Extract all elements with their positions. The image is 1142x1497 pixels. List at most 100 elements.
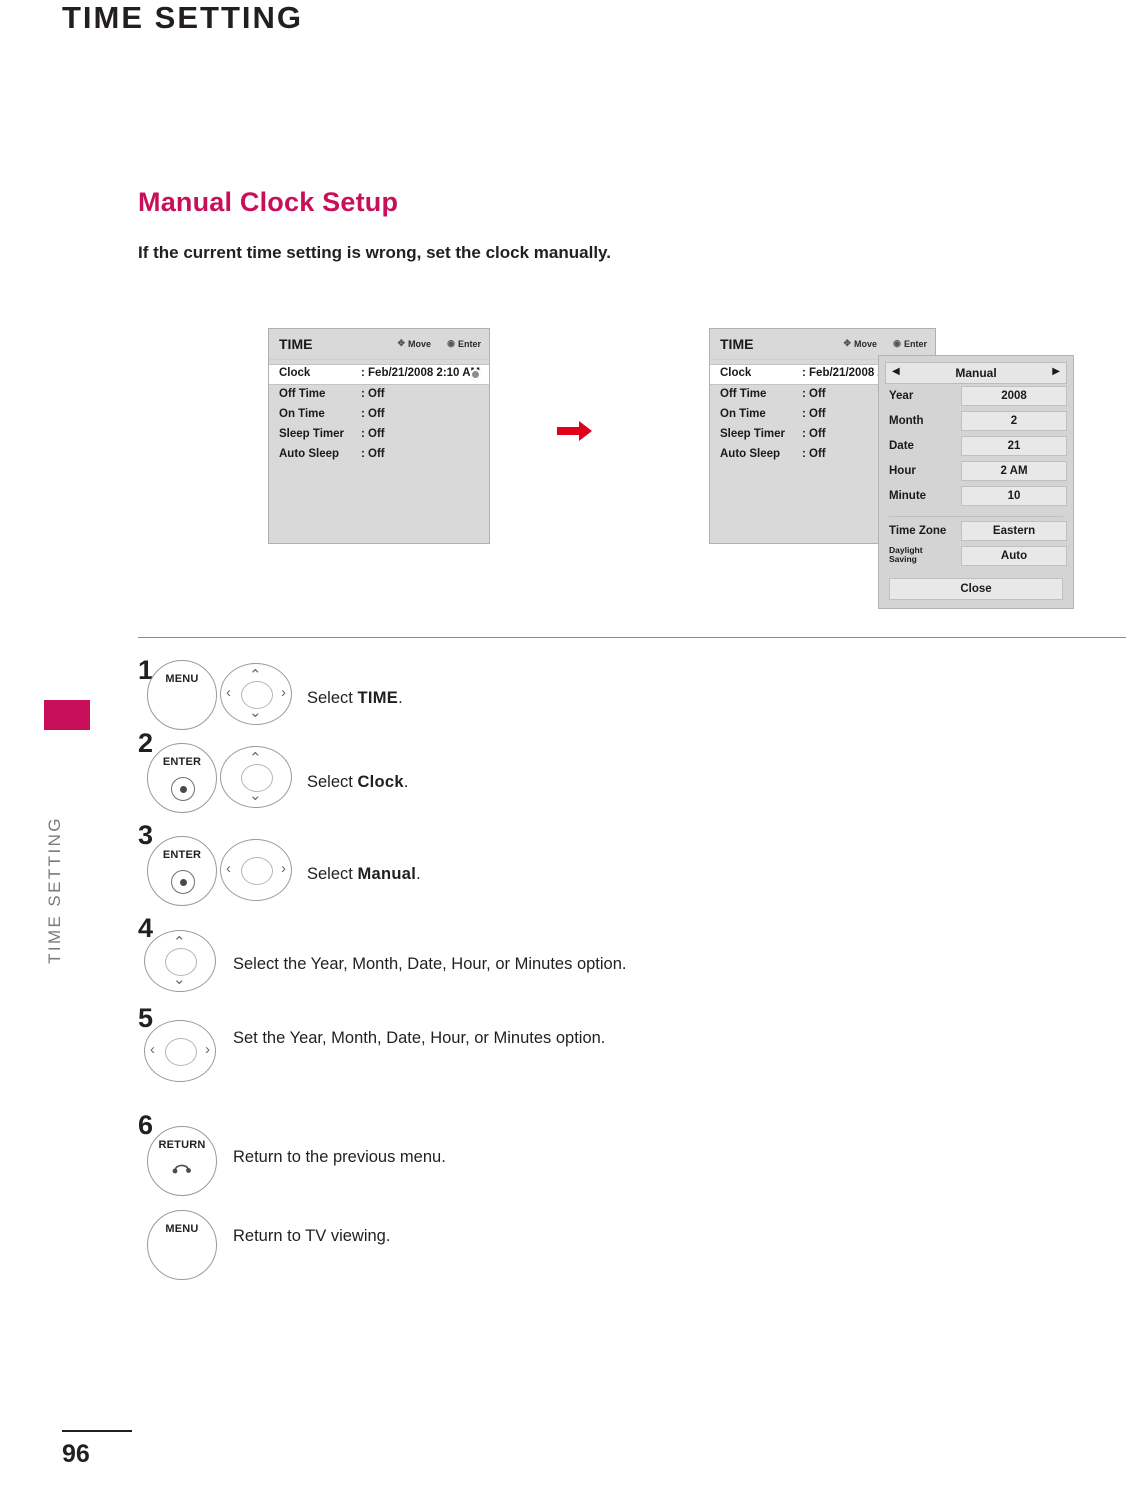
button-center-icon <box>171 777 195 801</box>
enter-button-step3[interactable]: ENTER <box>147 836 217 906</box>
close-button[interactable]: Close <box>889 578 1063 600</box>
enter-button-label: ENTER <box>162 849 202 861</box>
field-daylight-saving[interactable]: Daylight Saving Auto <box>885 546 1067 569</box>
dpad-center[interactable] <box>165 948 197 976</box>
field-year[interactable]: Year 2008 <box>885 386 1067 409</box>
osd-row-value: : Feb/21/2008 2:10 AM <box>361 367 481 379</box>
enter-button-step2[interactable]: ENTER <box>147 743 217 813</box>
osd-hint-move: ✥ Move <box>843 338 877 349</box>
dpad-center[interactable] <box>165 1038 197 1066</box>
section-subtitle: If the current time setting is wrong, se… <box>138 243 611 262</box>
step-text-suffix: . <box>398 689 403 707</box>
osd-row-value: : Off <box>802 408 826 420</box>
field-time-zone[interactable]: Time Zone Eastern <box>885 521 1067 544</box>
osd-hint-enter-label: Enter <box>457 339 481 349</box>
osd-row-auto-sleep[interactable]: Auto Sleep : Off <box>269 445 489 465</box>
dpad-icon: ✥ <box>397 338 405 348</box>
step-text-target: TIME <box>357 689 399 707</box>
field-value[interactable]: 2 AM <box>961 461 1067 481</box>
osd-row-value: : Off <box>802 388 826 400</box>
osd-row-label: Clock <box>720 367 752 379</box>
navigation-updown-step4[interactable]: ⌃ ⌄ <box>144 930 216 992</box>
osd-row-list: Clock : Feb/21/2008 2:10 AM Off Time : O… <box>269 360 489 465</box>
manual-mode-selector[interactable]: ◀ Manual ▶ <box>885 362 1067 384</box>
osd-screen-time-menu: TIME ✥ Move ◉ Enter Clock : Feb/21/2008 2:… <box>268 328 490 544</box>
osd-hint-enter: ◉ Enter <box>447 338 481 349</box>
dpad-center[interactable] <box>241 681 273 709</box>
step-text-5: Set the Year, Month, Date, Hour, or Minu… <box>233 1029 606 1047</box>
osd-hint-enter: ◉ Enter <box>893 338 927 349</box>
osd-hint-enter-label: Enter <box>903 339 927 349</box>
side-tab-marker <box>44 700 90 730</box>
return-arrow-icon <box>171 1160 193 1182</box>
osd-row-off-time[interactable]: Off Time : Off <box>269 385 489 405</box>
page-title: TIME SETTING <box>62 0 303 35</box>
navigation-updown-step2[interactable]: ⌃ ⌄ <box>220 746 292 808</box>
step-number-3: 3 <box>138 820 154 850</box>
enter-indicator-icon <box>470 369 481 380</box>
osd-row-label: On Time <box>720 408 766 420</box>
step-text-suffix: . <box>403 773 409 791</box>
return-glyph <box>172 1164 191 1174</box>
osd-row-label: Sleep Timer <box>720 428 785 440</box>
step-number-6: 6 <box>138 1110 154 1140</box>
return-button[interactable]: RETURN <box>147 1126 217 1196</box>
chevron-right-icon[interactable]: › <box>205 1042 210 1057</box>
navigation-leftright-step3[interactable]: ‹ › <box>220 839 292 901</box>
osd-row-value: : Off <box>361 448 385 460</box>
osd-row-label: Clock <box>279 367 311 379</box>
field-value[interactable]: 2 <box>961 411 1067 431</box>
step-text-6: Return to the previous menu. <box>233 1148 446 1166</box>
field-label: Date <box>889 440 914 452</box>
osd-hint-move-label: Move <box>407 339 431 349</box>
field-date[interactable]: Date 21 <box>885 436 1067 459</box>
manual-clock-dialog: ◀ Manual ▶ Year 2008 Month 2 Date 21 Hou… <box>878 355 1074 609</box>
field-label: Minute <box>889 490 927 502</box>
field-label: Year <box>889 390 914 402</box>
chevron-right-icon[interactable]: › <box>281 861 286 876</box>
osd-row-label: Auto Sleep <box>720 448 781 460</box>
enter-icon: ◉ <box>893 338 901 348</box>
field-value[interactable]: 21 <box>961 436 1067 456</box>
field-value[interactable]: Auto <box>961 546 1067 566</box>
field-value[interactable]: 10 <box>961 486 1067 506</box>
menu-button-exit[interactable]: MENU <box>147 1210 217 1280</box>
osd-row-label: Auto Sleep <box>279 448 340 460</box>
osd-row-clock[interactable]: Clock : Feb/21/2008 2:10 AM <box>269 364 489 385</box>
field-value[interactable]: 2008 <box>961 386 1067 406</box>
step-text-prefix: Select <box>307 865 358 883</box>
osd-titlebar: TIME ✥ Move ◉ Enter <box>269 329 489 360</box>
field-minute[interactable]: Minute 10 <box>885 486 1067 509</box>
manual-mode-label: Manual <box>955 366 997 380</box>
osd-row-on-time[interactable]: On Time : Off <box>269 405 489 425</box>
page-number: 96 <box>62 1440 90 1468</box>
step-text-4: Select the Year, Month, Date, Hour, or M… <box>233 955 627 973</box>
osd-hint-move: ✥ Move <box>397 338 431 349</box>
menu-button-step1[interactable]: MENU <box>147 660 217 730</box>
field-value[interactable]: Eastern <box>961 521 1067 541</box>
navigation-leftright-step5[interactable]: ‹ › <box>144 1020 216 1082</box>
osd-row-label: On Time <box>279 408 325 420</box>
navigation-dpad-step1[interactable]: ⌃ ⌄ ‹ › <box>220 663 292 725</box>
osd-row-sleep-timer[interactable]: Sleep Timer : Off <box>269 425 489 445</box>
osd-row-value: : Off <box>802 448 826 460</box>
dpad-center[interactable] <box>241 764 273 792</box>
button-center-icon <box>171 870 195 894</box>
chevron-right-icon[interactable]: ▶ <box>1052 366 1060 377</box>
step-text-suffix: . <box>416 865 421 883</box>
field-label: Time Zone <box>889 525 947 537</box>
chevron-left-icon[interactable]: ‹ <box>226 685 231 700</box>
field-hour[interactable]: Hour 2 AM <box>885 461 1067 484</box>
osd-row-label: Sleep Timer <box>279 428 344 440</box>
step-text-1: Select TIME. <box>307 686 403 711</box>
field-label-line2: Saving <box>889 554 917 564</box>
osd-row-value: : Off <box>802 428 826 440</box>
field-month[interactable]: Month 2 <box>885 411 1067 434</box>
chevron-right-icon[interactable]: › <box>281 685 286 700</box>
dpad-center[interactable] <box>241 857 273 885</box>
chevron-left-icon[interactable]: ‹ <box>150 1042 155 1057</box>
osd-row-label: Off Time <box>279 388 326 400</box>
osd-row-label: Off Time <box>720 388 767 400</box>
chevron-left-icon[interactable]: ‹ <box>226 861 231 876</box>
menu-button-label: MENU <box>165 1223 199 1235</box>
